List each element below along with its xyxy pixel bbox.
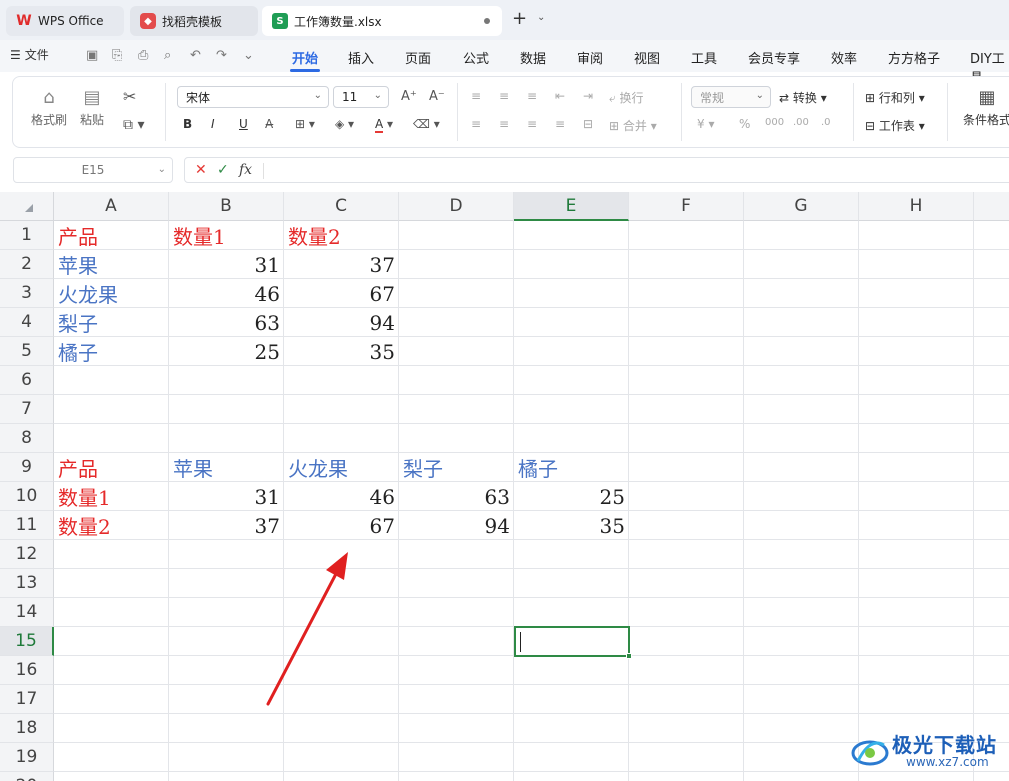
arrow-head [326,552,348,580]
watermark: 极光下载站 www.xz7.com [850,725,1009,775]
annotation-arrow [266,552,348,706]
watermark-url: www.xz7.com [906,755,989,769]
wps-spreadsheet-window: W WPS Office ◆ 找稻壳模板 S 工作簿数量.xlsx + ⌄ ☰ … [0,0,1009,781]
arrow-shaft [266,568,340,706]
watermark-title: 极光下载站 [892,733,997,757]
watermark-logo-icon [851,740,889,766]
